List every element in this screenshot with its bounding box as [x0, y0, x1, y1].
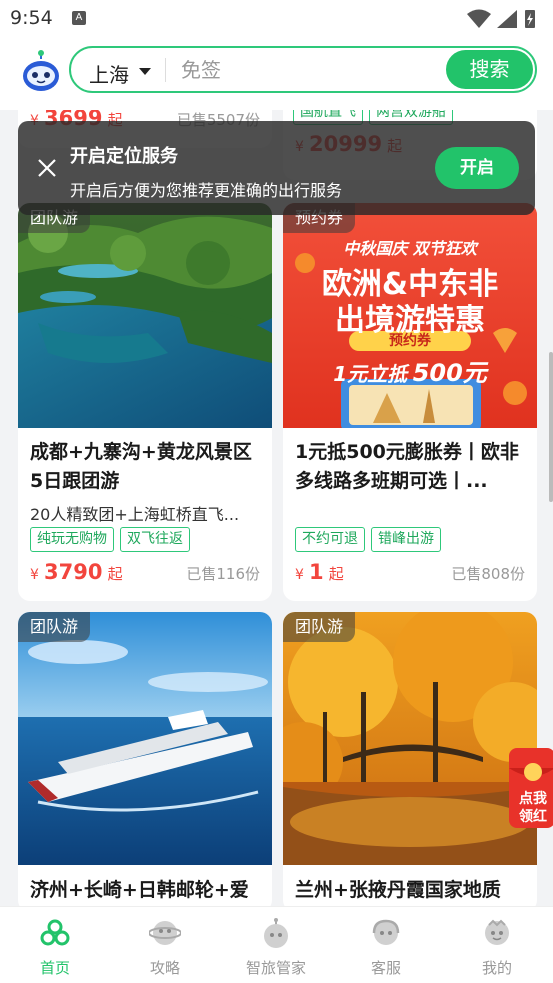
red-packet-line1: 点我	[519, 791, 547, 807]
card-image: 团队游	[18, 612, 272, 865]
location-permission-toast: 开启定位服务 开启后方便为您推荐更准确的出行服务 开启	[18, 121, 535, 215]
enable-location-button[interactable]: 开启	[435, 147, 519, 189]
poster-deal: 1元立抵 500元	[283, 353, 537, 388]
lake-mountain-image	[18, 203, 272, 428]
notification-icon: A	[72, 11, 86, 25]
tab-assistant[interactable]: 智旅管家	[221, 907, 331, 983]
card-price: ¥ 3790 起	[30, 560, 123, 584]
product-card[interactable]: 中秋国庆 双节狂欢 欧洲&中东非 出境游特惠 预约券 1元立抵 500元 预约券…	[283, 203, 537, 601]
profile-icon	[485, 919, 509, 945]
status-bar: 9:54 A	[0, 0, 553, 38]
status-icons	[467, 9, 535, 28]
bottom-tab-bar: 首页 攻略 智旅管家 客服 我的	[0, 906, 553, 983]
autumn-forest-image	[283, 612, 537, 865]
search-divider	[165, 58, 166, 82]
card-tags: 不约可退 错峰出游	[295, 527, 441, 553]
signal-icon	[497, 10, 517, 28]
tab-profile[interactable]: 我的	[442, 907, 552, 983]
price-suffix: 起	[328, 565, 344, 583]
tag: 纯玩无购物	[30, 527, 114, 552]
currency: ¥	[30, 567, 39, 583]
tag: 错峰出游	[371, 527, 441, 552]
search-header: 上海 搜索	[0, 38, 553, 110]
card-subtitle: 20人精致团+上海虹桥直飞...	[30, 505, 240, 524]
assistant-icon	[264, 918, 288, 948]
tab-service[interactable]: 客服	[331, 907, 441, 983]
status-time: 9:54	[10, 7, 53, 29]
price-suffix: 起	[107, 565, 123, 583]
price-value: 1	[309, 560, 324, 584]
product-card[interactable]: 团队游 济州+长崎+日韩邮轮+爱	[18, 612, 272, 906]
poster-deal-prefix: 1元立抵	[333, 362, 408, 386]
price-value: 3790	[44, 560, 103, 584]
tab-home[interactable]: 首页	[0, 907, 110, 983]
card-title: 济州+长崎+日韩邮轮+爱	[30, 879, 249, 901]
card-image: 团队游	[283, 612, 537, 865]
city-selector[interactable]: 上海	[89, 59, 129, 88]
red-packet-float[interactable]: 点我 领红	[503, 748, 553, 828]
service-icon	[372, 919, 400, 945]
card-image: 团队游	[18, 203, 272, 428]
product-feed[interactable]: ¥ 3699 起 已售5507份 国航直飞 两宫双游船 ¥ 20999 起	[0, 110, 553, 906]
product-card[interactable]: 团队游 成都+九寨沟+黄龙风景区5日跟团游 20人精致团+上海虹桥直飞... 纯…	[18, 203, 272, 601]
tag: 不约可退	[295, 527, 365, 552]
chevron-down-icon[interactable]	[139, 68, 151, 75]
home-icon	[40, 919, 70, 946]
sold-count: 已售808份	[451, 565, 525, 583]
currency: ¥	[295, 567, 304, 583]
tab-label: 智旅管家	[245, 959, 306, 977]
wifi-icon	[467, 9, 491, 28]
guide-icon	[149, 921, 181, 945]
close-icon[interactable]	[36, 157, 58, 179]
tag: 双飞往返	[120, 527, 190, 552]
search-input[interactable]	[181, 55, 431, 85]
red-packet-line2: 领红	[519, 809, 547, 825]
category-badge: 团队游	[283, 612, 356, 642]
tab-label: 我的	[481, 959, 512, 977]
toast-message: 开启后方便为您推荐更准确的出行服务	[70, 181, 343, 200]
poster-line1: 中秋国庆 双节狂欢	[343, 239, 477, 258]
card-title: 1元抵500元膨胀券丨欧非多线路多班期可选丨...	[295, 441, 519, 492]
poster-pill: 预约券	[389, 333, 431, 349]
tab-label: 客服	[370, 959, 401, 977]
poster-deal-value: 500元	[412, 359, 487, 387]
card-tags: 纯玩无购物 双飞往返	[30, 527, 190, 553]
card-image: 中秋国庆 双节狂欢 欧洲&中东非 出境游特惠 预约券 1元立抵 500元 预约券	[283, 203, 537, 428]
scrollbar	[549, 352, 553, 502]
tab-label: 攻略	[149, 959, 180, 977]
assistant-robot-icon[interactable]	[21, 50, 61, 92]
category-badge: 团队游	[18, 612, 91, 642]
sold-count: 已售116份	[186, 565, 260, 583]
toast-title: 开启定位服务	[70, 146, 178, 167]
card-price: ¥ 1 起	[295, 560, 344, 584]
search-box: 上海 搜索	[69, 46, 537, 93]
search-button[interactable]: 搜索	[446, 50, 533, 89]
card-title: 成都+九寨沟+黄龙风景区5日跟团游	[30, 441, 252, 492]
tab-label: 首页	[39, 959, 70, 977]
cruise-ship-image	[18, 612, 272, 865]
card-title: 兰州+张掖丹霞国家地质	[295, 879, 501, 901]
product-card[interactable]: 团队游 兰州+张掖丹霞国家地质	[283, 612, 537, 906]
tab-guide[interactable]: 攻略	[110, 907, 220, 983]
